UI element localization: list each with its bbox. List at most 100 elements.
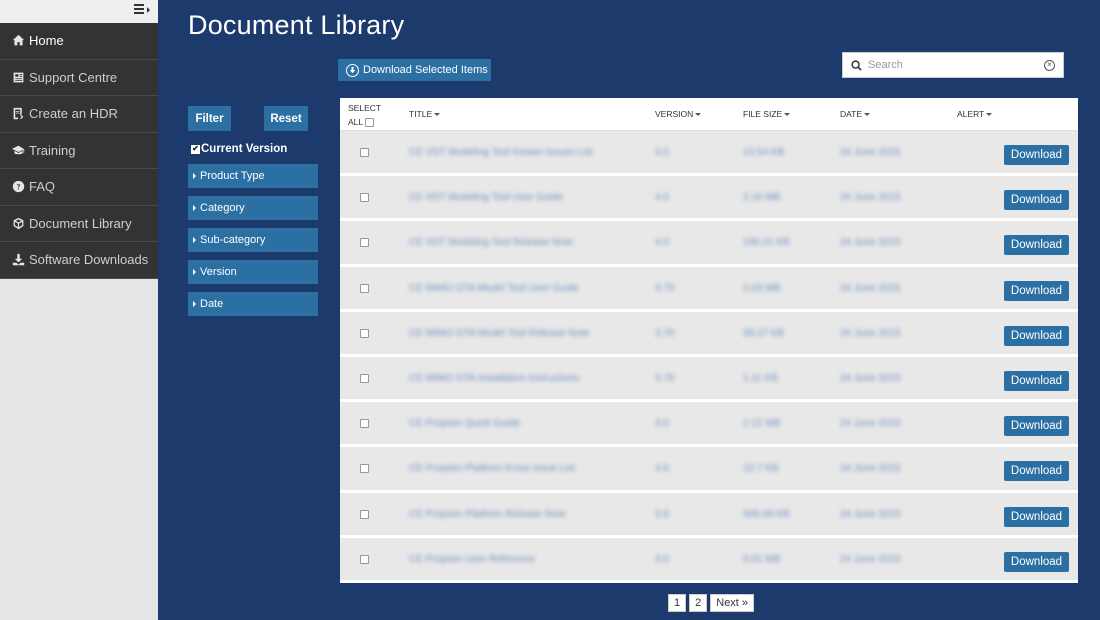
cubes-icon (11, 216, 25, 230)
document-date: 24 June 2015 (840, 463, 901, 475)
table-row: CE Propsim User Reference 3.6 9.61 MB 24 Ju… (340, 537, 1078, 583)
download-button[interactable]: Download (1004, 370, 1069, 391)
facet-product-type[interactable]: Product Type (188, 164, 318, 188)
document-title[interactable]: CE Propsim Platform Release Note (409, 509, 566, 520)
download-button[interactable]: Download (1004, 235, 1069, 256)
next-page-button[interactable]: Next » (710, 594, 755, 612)
current-version-checkbox[interactable]: ✔ (191, 144, 200, 154)
document-title[interactable]: CE Propsim Platform Know Issue List (409, 463, 575, 474)
document-date: 24 June 2015 (840, 372, 901, 384)
facet-label: Category (200, 202, 245, 214)
document-title[interactable]: CE Propsim Quick Guide (409, 418, 520, 429)
sidebar-item-training[interactable]: Training (0, 133, 158, 169)
document-title[interactable]: CE MIMO OTA Model Tool Release Note (409, 328, 589, 339)
sidebar-item-create-hdr[interactable]: Create an HDR (0, 96, 158, 133)
sidebar-item-document-library[interactable]: Document Library (0, 206, 158, 242)
document-version: 3.6 (655, 418, 669, 430)
search-input[interactable] (868, 59, 1044, 71)
menu-toggle-icon[interactable] (134, 4, 150, 16)
document-title[interactable]: CE VDT Modeling Tool User Guide (409, 192, 563, 203)
facet-category[interactable]: Category (188, 196, 318, 220)
facet-sub-category[interactable]: Sub-category (188, 228, 318, 252)
filter-button[interactable]: Filter (188, 106, 231, 131)
document-file-size: 505.09 KB (743, 508, 790, 520)
form-icon (11, 107, 25, 121)
document-date: 24 June 2015 (840, 418, 901, 430)
select-all-checkbox[interactable] (365, 118, 375, 128)
download-button[interactable]: Download (1004, 551, 1069, 572)
download-button[interactable]: Download (1004, 461, 1069, 482)
document-date: 24 June 2015 (840, 553, 901, 565)
page-2-button[interactable]: 2 (689, 594, 708, 612)
table-row: CE Propsim Platform Release Note 3.6 505.0… (340, 492, 1078, 538)
table-row: CE Propsim Platform Know Issue List 3.6 22… (340, 447, 1078, 493)
row-checkbox[interactable] (360, 148, 369, 157)
column-header-file-size[interactable]: FILE SIZE (743, 109, 791, 119)
current-version-label: Current Version (201, 143, 288, 155)
row-checkbox[interactable] (360, 283, 369, 293)
search-icon (851, 59, 862, 71)
download-button[interactable]: Download (1004, 190, 1069, 211)
table-row: CE MIMO OTA Model Tool User Guide 3.70 2.0… (340, 266, 1078, 312)
row-checkbox[interactable] (360, 193, 369, 203)
document-file-size: 2.12 MB (743, 418, 781, 430)
document-title[interactable]: CE VDT Modeling Tool Known Issues List (409, 147, 593, 158)
column-header-version[interactable]: VERSION (655, 109, 702, 119)
sidebar-item-home[interactable]: Home (0, 23, 158, 60)
download-button[interactable]: Download (1004, 325, 1069, 346)
document-title[interactable]: CE MIMO OTA Installation Instructions (409, 373, 579, 384)
download-selected-button[interactable]: Download Selected Items (338, 59, 491, 81)
document-title[interactable]: CE MIMO OTA Model Tool User Guide (409, 283, 579, 294)
column-header-alert[interactable]: ALERT (957, 109, 993, 119)
download-button[interactable]: Download (1004, 416, 1069, 437)
facet-label: Sub-category (200, 234, 266, 246)
column-header-label: ALERT (957, 109, 985, 119)
row-checkbox[interactable] (360, 554, 369, 564)
sidebar-item-label: Software Downloads (29, 252, 149, 268)
document-title[interactable]: CE Propsim User Reference (409, 554, 535, 565)
sidebar-item-support-centre[interactable]: Support Centre (0, 60, 158, 96)
column-header-label: FILE SIZE (743, 109, 783, 119)
caret-right-icon (193, 269, 196, 275)
caret-right-icon (193, 237, 196, 243)
document-version: 4.0 (655, 237, 669, 249)
download-button[interactable]: Download (1004, 145, 1069, 165)
table-row: CE MIMO OTA Installation Instructions 3.7… (340, 356, 1078, 403)
row-checkbox[interactable] (360, 509, 369, 519)
clear-search-icon[interactable]: × (1044, 59, 1055, 71)
document-date: 24 June 2015 (840, 282, 901, 294)
document-date: 24 June 2015 (840, 192, 901, 204)
column-header-date[interactable]: DATE (840, 109, 871, 119)
current-version-toggle[interactable]: ✔ Current Version (191, 143, 287, 155)
document-version: 4.0 (655, 147, 669, 158)
sidebar-item-software-downloads[interactable]: Software Downloads (0, 242, 158, 279)
download-button[interactable]: Download (1004, 506, 1069, 527)
sort-caret-icon (695, 112, 702, 116)
sidebar-item-label: Document Library (29, 215, 132, 231)
page-1-button[interactable]: 1 (668, 594, 687, 612)
column-header-label: TITLE (409, 109, 433, 119)
column-header-title[interactable]: TITLE (409, 109, 441, 119)
reset-button[interactable]: Reset (264, 106, 308, 131)
select-all-header: SELECT ALL (348, 101, 381, 129)
document-file-size: 58.27 KB (743, 327, 785, 339)
search-box: × (842, 52, 1064, 78)
table-row: CE MIMO OTA Model Tool Release Note 3.70 5… (340, 311, 1078, 357)
download-selected-label: Download Selected Items (363, 64, 488, 76)
row-checkbox[interactable] (360, 373, 369, 383)
facet-version[interactable]: Version (188, 260, 318, 284)
row-checkbox[interactable] (360, 419, 369, 429)
row-checkbox[interactable] (360, 328, 369, 338)
row-checkbox[interactable] (360, 238, 369, 248)
graduation-cap-icon (11, 143, 25, 157)
sidebar-item-faq[interactable]: FAQ (0, 169, 158, 206)
download-button[interactable]: Download (1004, 280, 1069, 301)
question-circle-icon (11, 180, 25, 194)
row-checkbox[interactable] (360, 464, 369, 474)
document-version: 3.6 (655, 508, 669, 520)
sidebar-item-label: Create an HDR (29, 106, 118, 122)
facet-list: Product Type Category Sub-category Versi… (188, 164, 318, 324)
facet-date[interactable]: Date (188, 292, 318, 316)
document-title[interactable]: CE VDT Modeling Tool Release Note (409, 237, 573, 248)
sort-caret-icon (864, 112, 871, 116)
